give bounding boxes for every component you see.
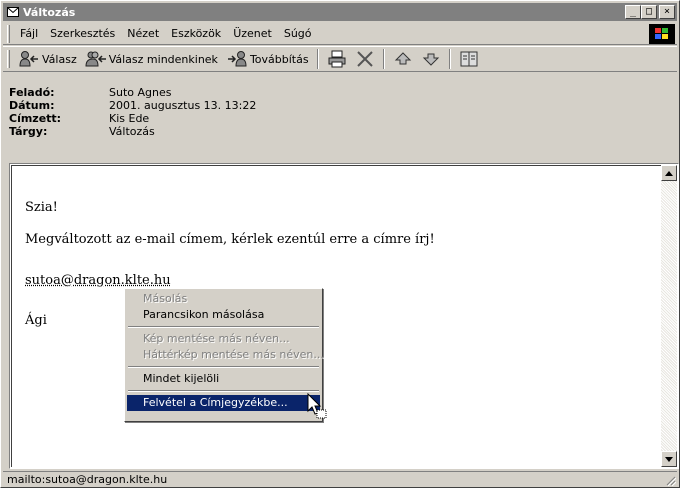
menu-edit[interactable]: Szerkesztés [44, 27, 121, 40]
envelope-icon [6, 5, 20, 19]
print-icon[interactable] [325, 48, 349, 70]
toolbar-separator [382, 49, 385, 69]
to-label: Címzett: [9, 112, 62, 125]
menu-help[interactable]: Súgó [278, 27, 318, 40]
from-value: Suto Agnes [109, 86, 172, 99]
window-title: Változás [23, 5, 76, 19]
title-bar[interactable]: Változás _ □ × [3, 3, 677, 21]
menu-file[interactable]: Fájl [14, 27, 44, 40]
status-bar: mailto:sutoa@dragon.klte.hu [3, 471, 677, 487]
message-header: Feladó: Suto Agnes Dátum: 2001. augusztu… [3, 74, 677, 162]
scroll-down-button[interactable] [661, 451, 677, 467]
scroll-up-button[interactable] [661, 165, 677, 181]
email-link[interactable]: sutoa@dragon.klte.hu [25, 273, 171, 288]
menu-select-all[interactable]: Mindet kijelöli [127, 371, 320, 387]
menu-message[interactable]: Üzenet [227, 27, 278, 40]
menu-tools[interactable]: Eszközök [165, 27, 227, 40]
scroll-down-icon [665, 456, 673, 462]
forward-button[interactable]: Továbbítás [222, 48, 313, 70]
reply-all-icon [85, 51, 106, 67]
address-book-icon[interactable] [457, 48, 481, 70]
context-menu: Másolás Parancsikon másolása Kép mentése… [124, 288, 324, 422]
subject-value: Változás [109, 125, 155, 138]
reply-all-button[interactable]: Válasz mindenkinek [81, 48, 222, 70]
date-label: Dátum: [9, 99, 55, 112]
reply-icon [19, 51, 38, 67]
reply-button[interactable]: Válasz [14, 48, 81, 70]
date-value: 2001. augusztus 13. 13:22 [109, 99, 257, 112]
message-signature: Ági [25, 313, 47, 328]
reply-all-label: Válasz mindenkinek [108, 52, 218, 66]
message-content[interactable]: Szia! Megváltozott az e-mail címem, kérl… [11, 165, 661, 467]
delete-icon[interactable] [353, 48, 377, 70]
reply-label: Válasz [42, 52, 77, 66]
windows-logo-icon [649, 24, 675, 44]
close-button[interactable]: × [659, 5, 675, 19]
scroll-up-icon [665, 170, 673, 176]
toolbar-separator [316, 49, 319, 69]
mouse-cursor-icon [307, 393, 327, 419]
menu-separator [128, 390, 319, 392]
from-label: Feladó: [9, 86, 55, 99]
menu-separator [128, 366, 319, 368]
subject-label: Tárgy: [9, 125, 48, 138]
next-icon[interactable] [419, 48, 443, 70]
previous-icon[interactable] [391, 48, 415, 70]
message-body[interactable]: Szia! Megváltozott az e-mail címem, kérl… [9, 163, 679, 469]
menu-add-contact[interactable]: Felvétel a Címjegyzékbe... [127, 395, 320, 411]
menu-save-background[interactable]: Háttérkép mentése más néven... [127, 347, 324, 363]
toolbar-separator [448, 49, 451, 69]
menu-view[interactable]: Nézet [121, 27, 165, 40]
message-window: Változás _ □ × Fájl Szerkesztés Nézet Es… [0, 0, 680, 488]
menu-copy[interactable]: Másolás [127, 291, 320, 307]
forward-icon [227, 51, 247, 67]
vertical-scrollbar[interactable] [661, 165, 677, 467]
to-value: Kis Ede [109, 112, 150, 125]
resize-grip-icon[interactable] [664, 474, 676, 486]
menubar-grip[interactable] [7, 24, 10, 43]
maximize-button[interactable]: □ [641, 5, 657, 19]
menu-save-image[interactable]: Kép mentése más néven... [127, 331, 320, 347]
toolbar-grip[interactable] [7, 50, 10, 68]
message-greeting: Szia! [25, 200, 58, 215]
menu-bar: Fájl Szerkesztés Nézet Eszközök Üzenet S… [3, 23, 677, 45]
minimize-button[interactable]: _ [625, 5, 641, 19]
message-text: Megváltozott az e-mail címem, kérlek eze… [25, 232, 435, 247]
menu-copy-shortcut[interactable]: Parancsikon másolása [127, 307, 320, 323]
menu-separator [128, 326, 319, 328]
forward-label: Továbbítás [249, 52, 309, 66]
status-text: mailto:sutoa@dragon.klte.hu [7, 473, 168, 486]
toolbar: Válasz Válasz mindenkinek Továbbítás [3, 46, 677, 72]
